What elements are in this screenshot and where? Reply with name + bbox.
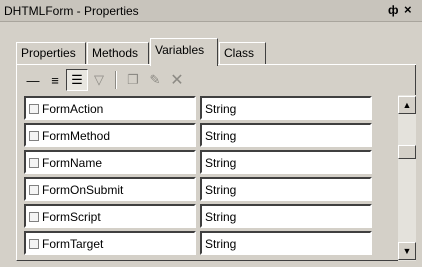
new-item-icon[interactable]: ❐ (122, 69, 144, 91)
tab-label: Class (224, 46, 255, 60)
checkbox-icon[interactable] (29, 131, 39, 141)
table-row[interactable]: FormMethod String (24, 122, 397, 149)
vertical-scrollbar[interactable]: ▲ ▼ (398, 95, 416, 261)
tab-label: Properties (21, 46, 76, 60)
variable-name-cell[interactable]: FormScript (24, 204, 196, 228)
toolbar-separator (115, 71, 117, 89)
checkbox-icon[interactable] (29, 212, 39, 222)
variable-type-cell[interactable]: String (200, 231, 372, 255)
table-row[interactable]: FormName String (24, 149, 397, 176)
view-flat-icon[interactable]: — (22, 69, 44, 91)
delete-icon[interactable]: ✕ (166, 69, 188, 91)
checkbox-icon[interactable] (29, 104, 39, 114)
variable-type: String (205, 183, 237, 197)
scroll-down-icon[interactable]: ▼ (398, 242, 416, 260)
variable-name-cell[interactable]: FormOnSubmit (24, 177, 196, 201)
variable-type: String (205, 102, 237, 116)
checkbox-icon[interactable] (29, 239, 39, 249)
variable-type: String (205, 156, 237, 170)
variable-type-cell[interactable]: String (200, 123, 372, 147)
close-icon[interactable]: × (404, 2, 412, 17)
variables-grid: FormAction String FormMethod String Form… (24, 95, 397, 260)
variable-name: FormScript (42, 210, 101, 224)
tab-properties[interactable]: Properties (16, 42, 86, 64)
variable-name-cell[interactable]: FormName (24, 150, 196, 174)
variable-name: FormName (42, 156, 103, 170)
table-row[interactable]: FormTarget String (24, 230, 397, 257)
variable-name: FormOnSubmit (42, 183, 124, 197)
view-detailed-icon[interactable]: ☰ (66, 69, 88, 91)
scroll-thumb[interactable] (398, 145, 416, 159)
view-grouped-icon[interactable]: ≡ (44, 69, 66, 91)
table-row[interactable]: FormScript String (24, 203, 397, 230)
variable-name: FormAction (42, 102, 104, 116)
variable-type: String (205, 210, 237, 224)
tab-methods[interactable]: Methods (87, 42, 149, 64)
variable-type-cell[interactable]: String (200, 150, 372, 174)
variable-name: FormMethod (42, 129, 111, 143)
tab-class[interactable]: Class (219, 42, 266, 64)
variable-name: FormTarget (42, 237, 104, 251)
title-bar: DHTMLForm - Properties ф × (0, 0, 422, 22)
tab-variables[interactable]: Variables (150, 38, 218, 66)
variable-type: String (205, 237, 237, 251)
filter-icon[interactable]: ▽ (88, 69, 110, 91)
checkbox-icon[interactable] (29, 158, 39, 168)
scroll-up-icon[interactable]: ▲ (398, 96, 416, 114)
edit-icon[interactable]: ✎ (144, 69, 166, 91)
table-row[interactable]: FormOnSubmit String (24, 176, 397, 203)
variable-name-cell[interactable]: FormTarget (24, 231, 196, 255)
variable-type-cell[interactable]: String (200, 204, 372, 228)
pin-icon[interactable]: ф (388, 3, 399, 17)
variable-name-cell[interactable]: FormAction (24, 96, 196, 120)
variable-type-cell[interactable]: String (200, 96, 372, 120)
variable-type: String (205, 129, 237, 143)
variable-name-cell[interactable]: FormMethod (24, 123, 196, 147)
tab-label: Methods (92, 46, 139, 60)
variable-type-cell[interactable]: String (200, 177, 372, 201)
table-row[interactable]: FormAction String (24, 95, 397, 122)
window-title: DHTMLForm - Properties (4, 4, 139, 18)
tab-label: Variables (155, 43, 205, 57)
checkbox-icon[interactable] (29, 185, 39, 195)
